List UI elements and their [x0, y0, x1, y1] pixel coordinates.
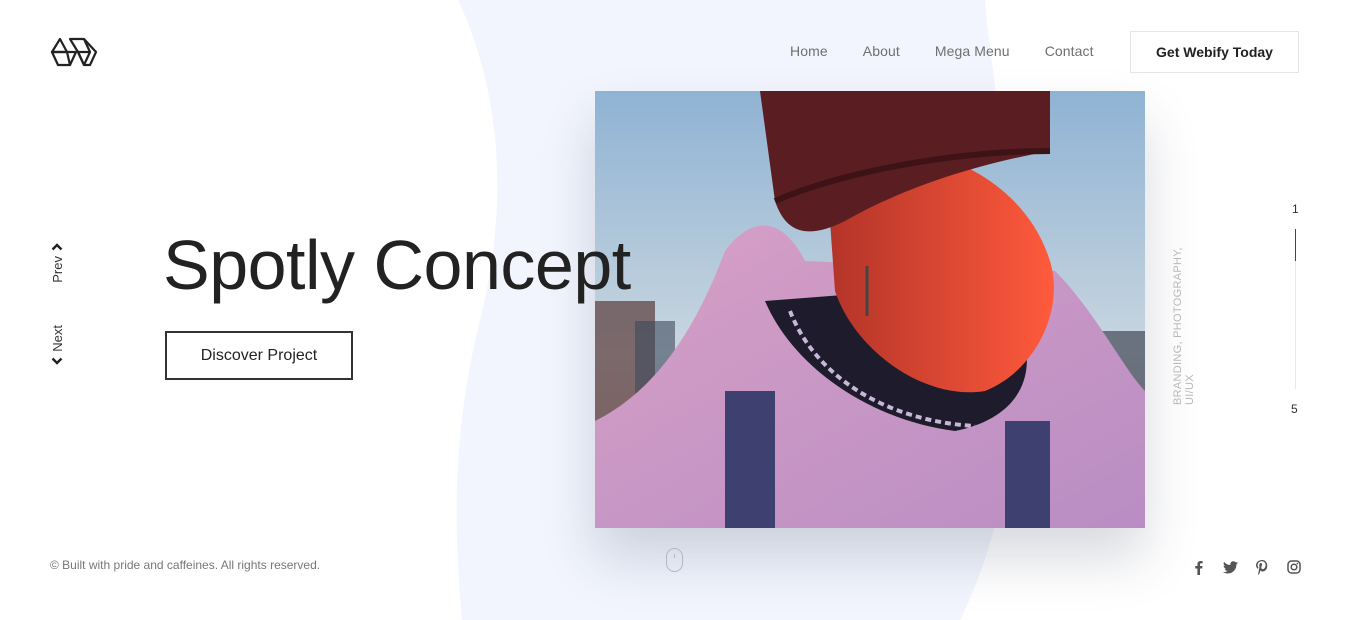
logo-icon[interactable]: [50, 36, 98, 68]
portrait-photo: [595, 91, 1145, 528]
nav-mega-menu[interactable]: Mega Menu: [935, 43, 1010, 59]
pinterest-icon[interactable]: [1254, 559, 1270, 575]
prev-label: Prev: [49, 256, 65, 283]
chevron-down-icon: [51, 357, 63, 365]
main-nav: Home About Mega Menu Contact: [790, 43, 1094, 59]
project-tags: BRANDING, PHOTOGRAPHY, UI/UX: [1172, 247, 1196, 405]
nav-contact[interactable]: Contact: [1045, 43, 1094, 59]
hero-image: [595, 91, 1145, 528]
discover-project-button[interactable]: Discover Project: [165, 331, 353, 380]
prev-button[interactable]: Prev: [47, 243, 67, 283]
instagram-icon[interactable]: [1286, 559, 1302, 575]
next-button[interactable]: Next: [47, 325, 67, 365]
pager-current: 1: [1292, 202, 1299, 216]
hero-title: Spotly Concept: [163, 226, 631, 304]
mouse-icon: [666, 548, 683, 572]
pager-progress: [1295, 229, 1296, 261]
facebook-icon[interactable]: [1190, 559, 1206, 575]
social-links: [1190, 559, 1302, 575]
pager-track[interactable]: [1295, 229, 1296, 389]
nav-about[interactable]: About: [863, 43, 900, 59]
next-label: Next: [49, 325, 65, 352]
twitter-icon[interactable]: [1222, 559, 1238, 575]
get-webify-button[interactable]: Get Webify Today: [1130, 31, 1299, 73]
nav-home[interactable]: Home: [790, 43, 828, 59]
pager-total: 5: [1291, 402, 1298, 416]
copyright-text: © Built with pride and caffeines. All ri…: [50, 558, 321, 572]
chevron-up-icon: [51, 243, 63, 251]
